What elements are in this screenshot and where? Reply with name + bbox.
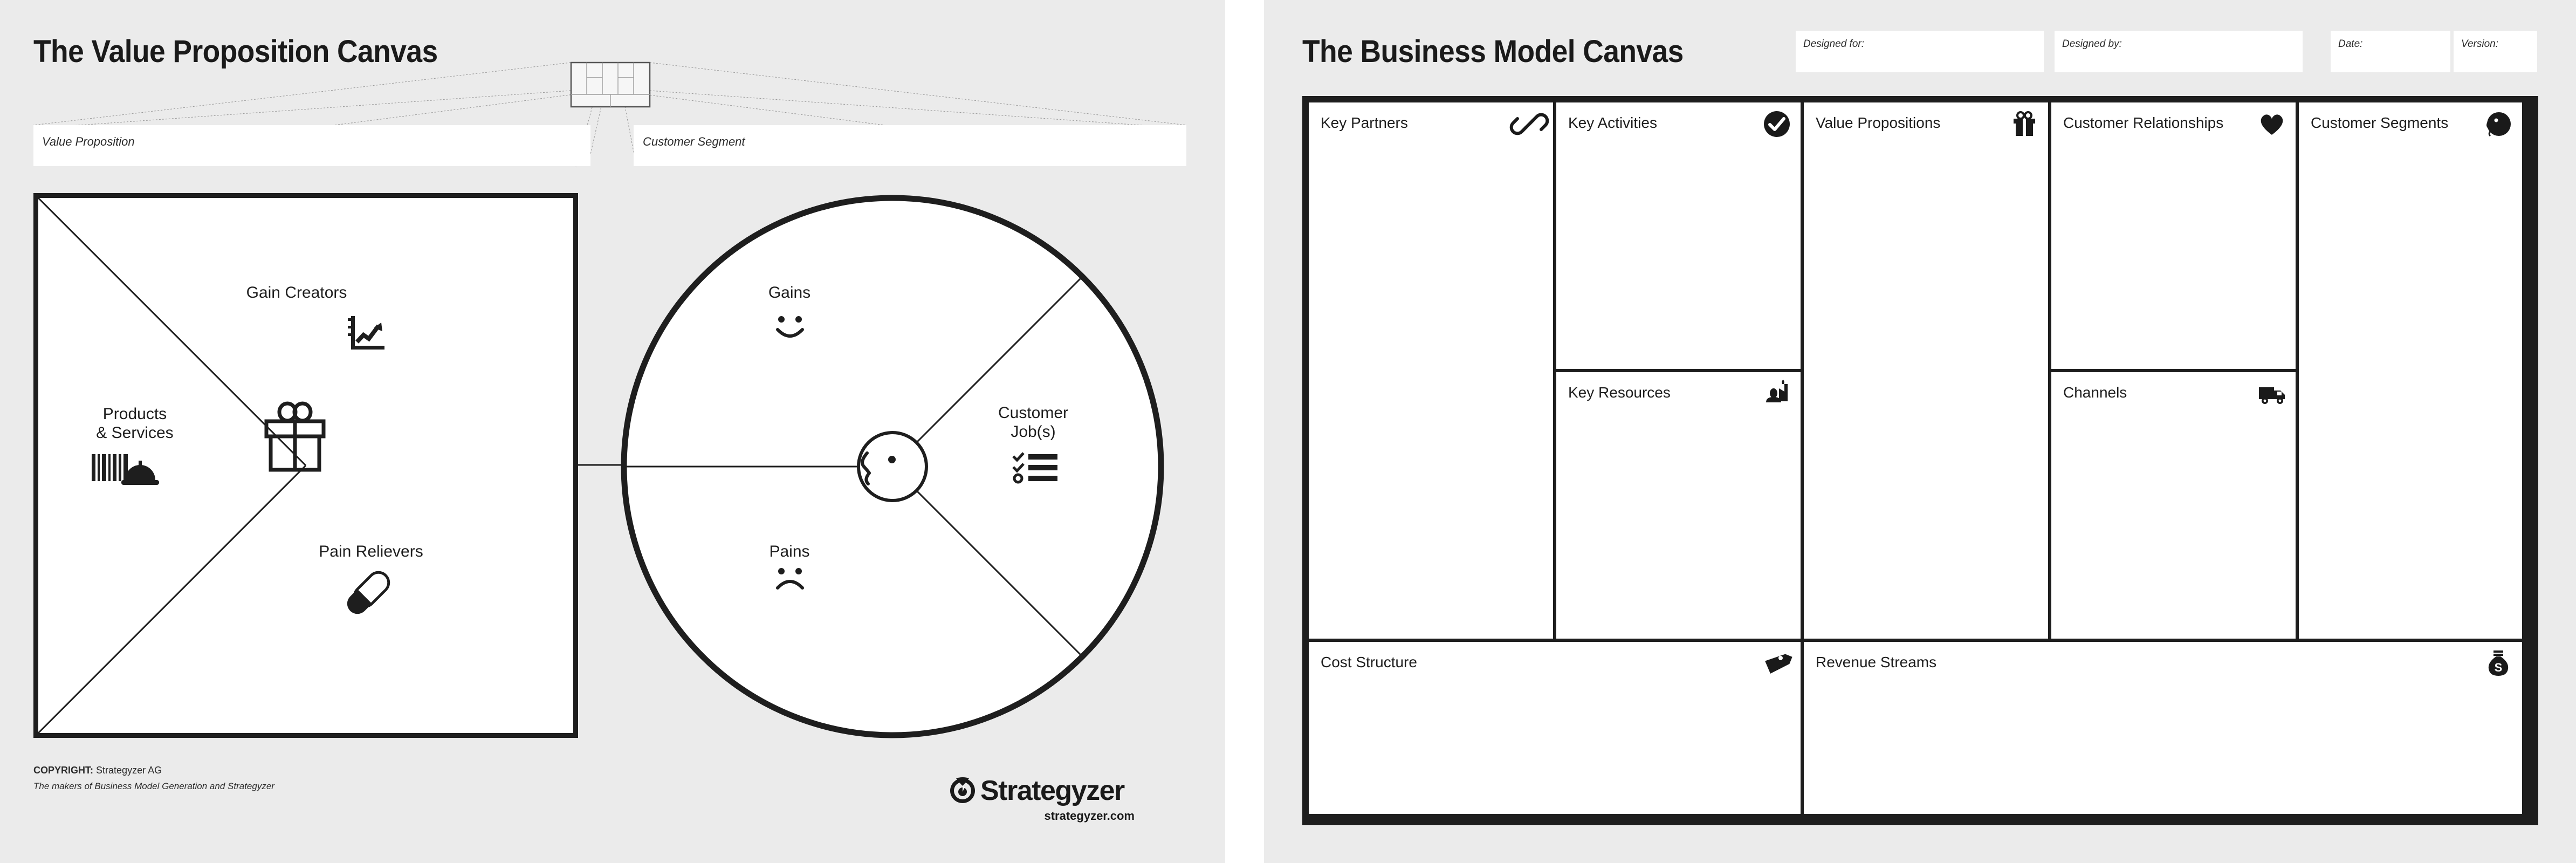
gift-icon bbox=[264, 401, 326, 472]
label-pain-relievers: Pain Relievers bbox=[319, 543, 423, 560]
cell-cost-structure[interactable]: Cost Structure bbox=[1307, 640, 1802, 816]
cell-label-value-propositions: Value Propositions bbox=[1816, 114, 1941, 131]
bmc-grid: Key Partners Key Activities Key Resource… bbox=[1302, 96, 2538, 825]
designed-for-field[interactable]: Designed for: bbox=[1796, 31, 2044, 72]
strategyzer-logo: Strategyzer bbox=[949, 775, 1125, 807]
designed-for-label: Designed for: bbox=[1803, 38, 1865, 50]
cell-channels[interactable]: Channels bbox=[2050, 371, 2297, 640]
customer-segment-field-label: Customer Segment bbox=[643, 135, 745, 148]
value-proposition-canvas-panel: The Value Proposition Canvas Value Propo… bbox=[0, 0, 1225, 863]
date-label: Date: bbox=[2338, 38, 2363, 50]
value-proposition-field-label: Value Proposition bbox=[42, 135, 135, 148]
label-products-line1: Products bbox=[102, 405, 167, 423]
svg-text:S: S bbox=[2495, 661, 2503, 674]
truck-icon bbox=[2259, 387, 2285, 404]
cell-value-propositions[interactable]: Value Propositions bbox=[1802, 101, 2050, 640]
strategyzer-wordmark: Strategyzer bbox=[980, 775, 1125, 806]
label-pains: Pains bbox=[769, 543, 810, 560]
date-field[interactable]: Date: bbox=[2331, 31, 2450, 72]
strategyzer-owl-icon bbox=[950, 777, 975, 803]
gift-icon bbox=[2014, 111, 2035, 136]
cell-label-channels: Channels bbox=[2063, 384, 2127, 401]
label-customer-jobs-line2: Job(s) bbox=[1011, 423, 1056, 441]
copyright-prefix: COPYRIGHT: bbox=[33, 765, 94, 776]
cell-key-partners[interactable]: Key Partners bbox=[1307, 101, 1555, 640]
cell-key-activities[interactable]: Key Activities bbox=[1555, 101, 1802, 371]
chain-link-icon bbox=[1509, 113, 1549, 135]
designed-by-label: Designed by: bbox=[2062, 38, 2122, 50]
check-circle-icon bbox=[1764, 111, 1790, 137]
canvas-stage: The Value Proposition Canvas Value Propo… bbox=[0, 0, 2576, 863]
money-bag-icon: S bbox=[2488, 650, 2509, 676]
checklist-icon bbox=[1012, 452, 1057, 484]
customer-head-icon bbox=[2486, 112, 2511, 137]
cell-label-key-activities: Key Activities bbox=[1568, 114, 1657, 131]
copyright-tagline: The makers of Business Model Generation … bbox=[33, 781, 274, 791]
business-model-canvas-thumbnail-icon bbox=[570, 61, 651, 108]
label-gain-creators: Gain Creators bbox=[246, 284, 347, 302]
cell-label-customer-segments: Customer Segments bbox=[2311, 114, 2449, 131]
cell-label-key-resources: Key Resources bbox=[1568, 384, 1671, 401]
label-gains: Gains bbox=[768, 284, 811, 302]
cell-key-resources[interactable]: Key Resources bbox=[1555, 371, 1802, 640]
factory-icon bbox=[1766, 380, 1788, 402]
cell-label-revenue-streams: Revenue Streams bbox=[1816, 654, 1937, 670]
heart-icon bbox=[2261, 114, 2283, 135]
label-products-line2: & Services bbox=[96, 424, 174, 442]
customer-profile-circle[interactable] bbox=[609, 183, 1176, 750]
copyright-line: COPYRIGHT: Strategyzer AG bbox=[33, 765, 162, 776]
frowny-face-icon bbox=[776, 568, 804, 590]
copyright-owner: Strategyzer AG bbox=[96, 765, 162, 776]
version-field[interactable]: Version: bbox=[2454, 31, 2537, 72]
version-label: Version: bbox=[2461, 38, 2498, 50]
cell-customer-segments[interactable]: Customer Segments bbox=[2297, 101, 2524, 640]
pill-icon bbox=[347, 571, 390, 614]
cell-label-key-partners: Key Partners bbox=[1321, 114, 1408, 131]
label-customer-jobs-line1: Customer bbox=[998, 404, 1069, 422]
barcode-dish-icon bbox=[92, 454, 159, 485]
cell-revenue-streams[interactable]: Revenue Streams S bbox=[1802, 640, 2524, 816]
strategyzer-url: strategyzer.com bbox=[1044, 809, 1135, 823]
cell-label-customer-relationships: Customer Relationships bbox=[2063, 114, 2224, 131]
price-tag-icon bbox=[1765, 654, 1792, 674]
designed-by-field[interactable]: Designed by: bbox=[2055, 31, 2303, 72]
label-products-and-services: Products & Services bbox=[54, 405, 216, 443]
label-customer-jobs: Customer Job(s) bbox=[952, 403, 1114, 442]
growth-chart-icon bbox=[348, 316, 384, 350]
cell-customer-relationships[interactable]: Customer Relationships bbox=[2050, 101, 2297, 371]
smiley-face-icon bbox=[776, 316, 804, 338]
page-title-bmc: The Business Model Canvas bbox=[1302, 34, 1684, 69]
cell-label-cost-structure: Cost Structure bbox=[1321, 654, 1417, 670]
